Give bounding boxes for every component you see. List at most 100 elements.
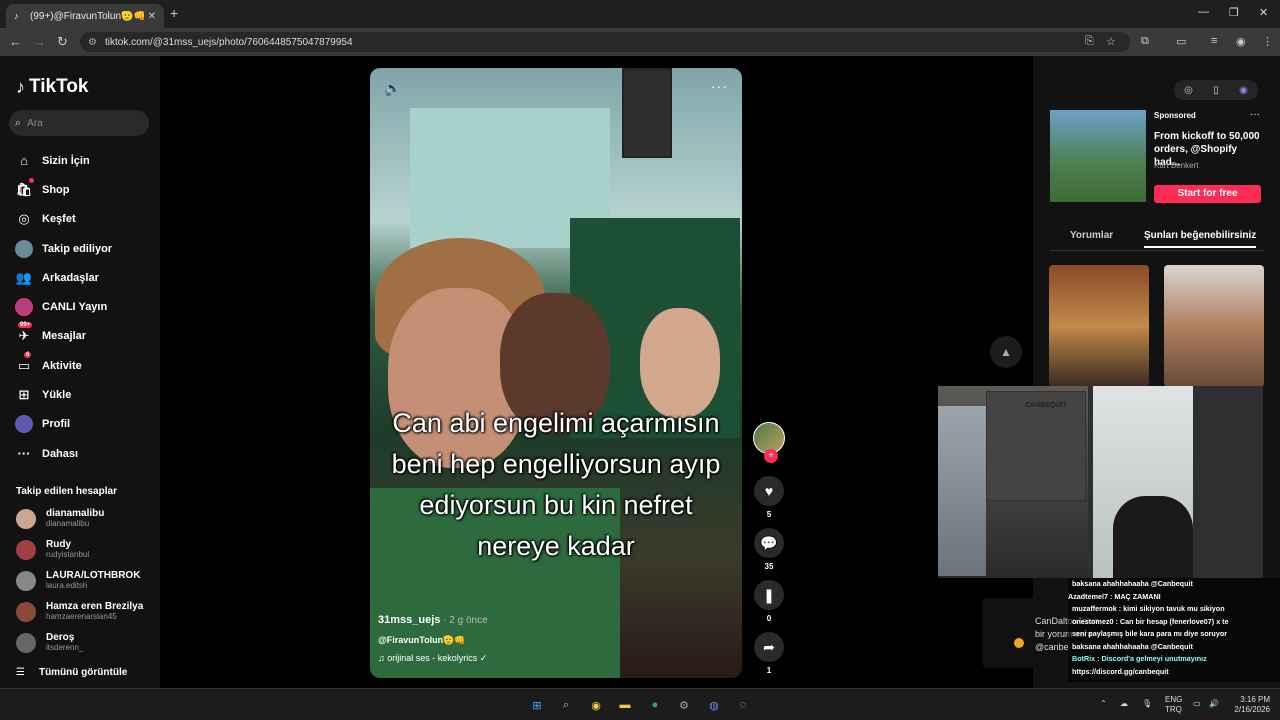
- nav-label: CANLI Yayın: [42, 301, 108, 314]
- ad-more-icon[interactable]: ···: [1250, 109, 1260, 120]
- friends-icon: 👥: [15, 269, 33, 285]
- nav-item-friends[interactable]: 👥 Arkadaşlar: [14, 263, 154, 292]
- new-tab-button[interactable]: +: [170, 5, 178, 21]
- comment-button[interactable]: 💬 35: [752, 528, 786, 571]
- following-account-dianamalibu[interactable]: dianamalibu dianamalibu: [16, 508, 156, 529]
- share-button[interactable]: ➦ 1: [752, 632, 786, 675]
- restore-icon[interactable]: ❐: [1229, 6, 1239, 19]
- volume-icon[interactable]: 🔊: [1209, 699, 1219, 709]
- search-placeholder: Ara: [27, 117, 43, 129]
- recommended-thumbnail[interactable]: [1164, 265, 1264, 387]
- close-window-icon[interactable]: ✕: [1259, 6, 1268, 19]
- account-handle: itsderenn_: [46, 643, 84, 652]
- input-language[interactable]: ENG TRQ: [1165, 695, 1182, 715]
- following-account-hamza[interactable]: Hamza eren Brezilya hamzaerenarslan45: [16, 601, 156, 622]
- extensions-icon[interactable]: ⧉: [1141, 35, 1149, 48]
- recommended-thumbnail[interactable]: [1049, 265, 1149, 387]
- chrome-icon[interactable]: ◉: [588, 697, 604, 713]
- nav-item-activity[interactable]: ▭ 6 Aktivite: [14, 351, 154, 380]
- search-input[interactable]: ⌕ Ara: [9, 110, 149, 136]
- more-options-icon[interactable]: ···: [711, 78, 728, 94]
- nav-item-more[interactable]: ··· Dahası: [14, 439, 154, 468]
- site-info-icon[interactable]: ⚙: [88, 37, 97, 48]
- account-handle: rudyistanbul: [46, 550, 90, 559]
- cast-icon[interactable]: ▭: [1176, 35, 1186, 48]
- minimize-icon[interactable]: —: [1198, 6, 1209, 18]
- caption-line: Can abi engelimi açarmısın: [392, 408, 720, 438]
- nav-item-shop[interactable]: 🛍 Shop: [14, 175, 154, 204]
- chevron-up-icon[interactable]: ⌃: [1100, 699, 1107, 709]
- nav-item-messages[interactable]: ✈ 99+ Mesajlar: [14, 322, 154, 351]
- nav-item-explore[interactable]: ◎ Keşfet: [14, 205, 154, 234]
- volume-icon[interactable]: 🔈: [384, 80, 401, 97]
- browser-tab-strip: ♪ (99+)@FiravunTolun🫡👊 | Tik ✕ + — ❐ ✕: [0, 0, 1280, 28]
- save-button[interactable]: ❚ 0: [752, 580, 786, 623]
- tab-comments[interactable]: Yorumlar: [1070, 230, 1113, 241]
- account-handle: dianamalibu: [46, 519, 90, 528]
- reload-icon[interactable]: ↻: [57, 34, 68, 50]
- browser-tab[interactable]: ♪ (99+)@FiravunTolun🫡👊 | Tik ✕: [6, 4, 164, 28]
- ad-thumbnail[interactable]: [1050, 110, 1146, 202]
- system-clock[interactable]: 3:16 PM 2/16/2026: [1230, 695, 1270, 715]
- following-account-deros[interactable]: Deroş itsderenn_: [16, 632, 156, 653]
- search-icon[interactable]: ⌕: [558, 697, 574, 713]
- browser-toolbar: ← → ↻ ⚙ tiktok.com/@31mss_uejs/photo/760…: [0, 28, 1280, 56]
- chevron-up-icon[interactable]: ▲: [990, 336, 1022, 368]
- close-tab-icon[interactable]: ✕: [148, 11, 156, 22]
- following-section-title: Takip edilen hesaplar: [16, 486, 117, 497]
- search-icon: ⌕: [15, 116, 22, 129]
- microphone-icon[interactable]: 🎙: [1142, 699, 1152, 709]
- network-icon[interactable]: ☁: [1120, 699, 1128, 709]
- install-app-icon[interactable]: ⎘: [1085, 35, 1094, 48]
- tab-you-may-like[interactable]: Şunları beğenebilirsiniz: [1144, 230, 1257, 248]
- avatar: [15, 239, 33, 258]
- windows-taskbar: ⊞ ⌕ ◉ ▬ ● ⚙ ◍ ◌ ⌃ ☁ 🎙 ENG TRQ ▭ 🔊 3:16 P…: [0, 688, 1280, 720]
- post-description[interactable]: @FiravunTolun🫡👊: [378, 635, 488, 646]
- profile-avatar-icon[interactable]: ◉: [1236, 35, 1246, 48]
- nav-item-following[interactable]: Takip ediliyor: [14, 234, 154, 263]
- spotify-icon[interactable]: ●: [647, 697, 663, 713]
- comment-icon: 💬: [754, 528, 784, 558]
- nav-item-upload[interactable]: ⊞ Yükle: [14, 380, 154, 409]
- windows-start-icon[interactable]: ⊞: [529, 697, 545, 713]
- phone-icon[interactable]: ▯: [1213, 85, 1219, 96]
- see-all-following-link[interactable]: ☰ Tümünü görüntüle: [16, 667, 127, 678]
- start-for-free-button[interactable]: Start for free: [1154, 185, 1261, 203]
- account-name: Rudy: [46, 539, 71, 550]
- user-avatar-icon[interactable]: ◉: [1239, 85, 1248, 96]
- nav-item-live[interactable]: CANLI Yayın: [14, 292, 154, 321]
- display-icon[interactable]: ▭: [1193, 699, 1201, 709]
- following-avatar: [14, 239, 34, 259]
- tiktok-logo[interactable]: ♪ TikTok: [16, 76, 88, 98]
- obs-icon[interactable]: ◌: [735, 697, 751, 713]
- address-bar[interactable]: ⚙ tiktok.com/@31mss_uejs/photo/760644857…: [80, 32, 1130, 52]
- post-media[interactable]: 🔈 ··· Can abi engelimi açarmısın beni he…: [370, 68, 742, 678]
- creator-avatar-button[interactable]: +: [752, 422, 786, 463]
- file-explorer-icon[interactable]: ▬: [617, 697, 633, 713]
- bookmark-star-icon[interactable]: ☆: [1106, 35, 1116, 48]
- nav-label: Dahası: [42, 447, 79, 460]
- browser-menu-icon[interactable]: ⋮: [1262, 35, 1273, 48]
- forward-icon[interactable]: →: [33, 34, 46, 49]
- discord-icon[interactable]: ◍: [706, 697, 722, 713]
- following-account-rudy[interactable]: Rudy rudyistanbul: [16, 539, 156, 560]
- following-account-laura[interactable]: LAURA/LOTHBROK laura.editsh: [16, 570, 156, 591]
- see-all-label: Tümünü görüntüle: [38, 667, 128, 678]
- webcam-poster: CANBEQUIT: [986, 391, 1086, 501]
- compass-icon[interactable]: ◎: [1184, 85, 1193, 96]
- logo-text: TikTok: [29, 76, 89, 97]
- avatar: +: [753, 422, 785, 463]
- nav-item-profile[interactable]: Profil: [14, 410, 154, 439]
- post-author[interactable]: 31mss_uejs: [378, 614, 440, 626]
- back-icon[interactable]: ←: [9, 34, 22, 49]
- account-handle: laura.editsh: [46, 581, 88, 590]
- post-music[interactable]: ♫ orijinal ses - kekolyrics ✓: [378, 653, 488, 664]
- photo-person-3: [640, 308, 720, 418]
- follow-plus-icon[interactable]: +: [764, 449, 778, 463]
- avatar: [16, 508, 36, 529]
- reading-list-icon[interactable]: ≡: [1211, 35, 1217, 47]
- url-text: tiktok.com/@31mss_uejs/photo/76064485750…: [104, 36, 353, 48]
- nav-item-foryou[interactable]: ⌂ Sizin İçin: [14, 146, 154, 175]
- settings-icon[interactable]: ⚙: [676, 697, 692, 713]
- like-button[interactable]: ♥ 5: [752, 476, 786, 519]
